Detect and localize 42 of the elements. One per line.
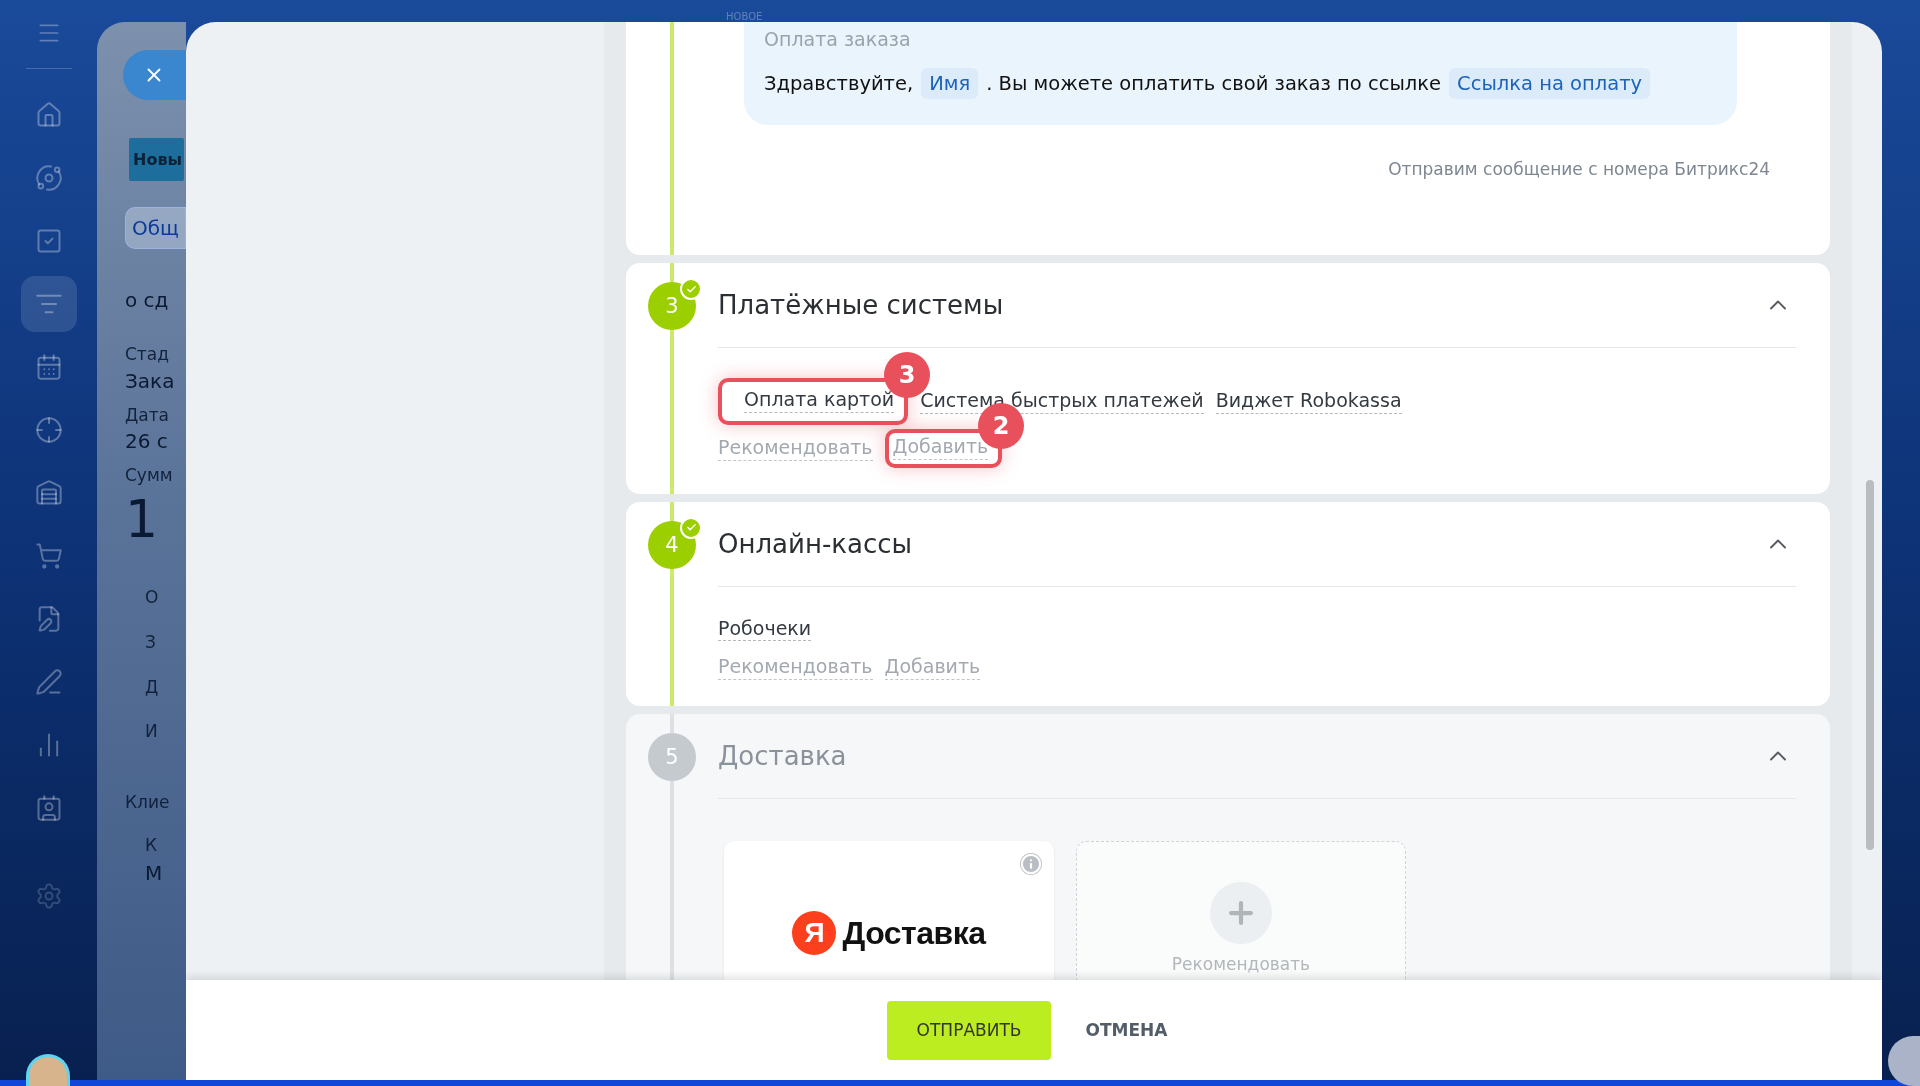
info-icon[interactable] xyxy=(1020,853,1042,875)
cancel-button[interactable]: ОТМЕНА xyxy=(1071,1000,1182,1060)
sender-note: Отправим сообщение с номера Битрикс24 xyxy=(1388,159,1771,179)
service-link[interactable]: Робочеки xyxy=(718,616,812,642)
field-text: И xyxy=(145,722,158,741)
avatar[interactable] xyxy=(26,1054,70,1086)
field-text: О xyxy=(145,588,159,607)
section-title: о сд xyxy=(125,289,169,311)
section-title: Платёжные системы xyxy=(718,290,1004,320)
tile-label: Рекомендовать xyxy=(1171,954,1311,974)
scrollbar[interactable] xyxy=(1866,480,1875,850)
chat-bubble[interactable] xyxy=(1888,1036,1920,1086)
field-value: 26 с xyxy=(125,430,168,453)
field-value: 1 xyxy=(125,491,159,549)
step-number: 5 xyxy=(648,733,696,781)
filter-icon[interactable] xyxy=(20,276,77,332)
field-text: М xyxy=(145,862,163,885)
new-label: НОВОЕ xyxy=(726,11,763,22)
logo-text: Доставка xyxy=(842,914,986,952)
message-text: . Вы можете оплатить свой заказ по ссылке xyxy=(986,72,1442,95)
field-label: Клие xyxy=(125,793,170,812)
variable-tag[interactable]: Имя xyxy=(921,68,979,99)
variable-tag[interactable]: Ссылка на оплату xyxy=(1449,68,1651,99)
field-label: Сумм xyxy=(125,466,173,486)
message-text: Здравствуйте, xyxy=(764,72,914,95)
stage-button[interactable]: Новы xyxy=(129,138,184,181)
logo-mark: Я xyxy=(792,911,837,955)
filter-button[interactable]: Общ xyxy=(125,207,186,249)
field-text: З xyxy=(145,632,156,652)
service-link[interactable]: Виджет Robokassa xyxy=(1215,389,1402,414)
field-text: Д xyxy=(145,677,159,697)
field-value: Зака xyxy=(125,369,175,392)
field-label: Дата xyxy=(125,405,170,425)
field-label: Стад xyxy=(125,345,169,364)
field-text: К xyxy=(145,835,158,855)
close-button[interactable] xyxy=(123,50,186,100)
check-icon xyxy=(680,278,702,300)
service-tile[interactable]: Я Доставка xyxy=(724,841,1054,980)
section-title: Онлайн-кассы xyxy=(718,528,913,559)
section-title: Доставка xyxy=(718,741,847,771)
bubble-title: Оплата заказа xyxy=(764,28,912,50)
send-button[interactable]: ОТПРАВИТЬ xyxy=(886,1000,1052,1060)
